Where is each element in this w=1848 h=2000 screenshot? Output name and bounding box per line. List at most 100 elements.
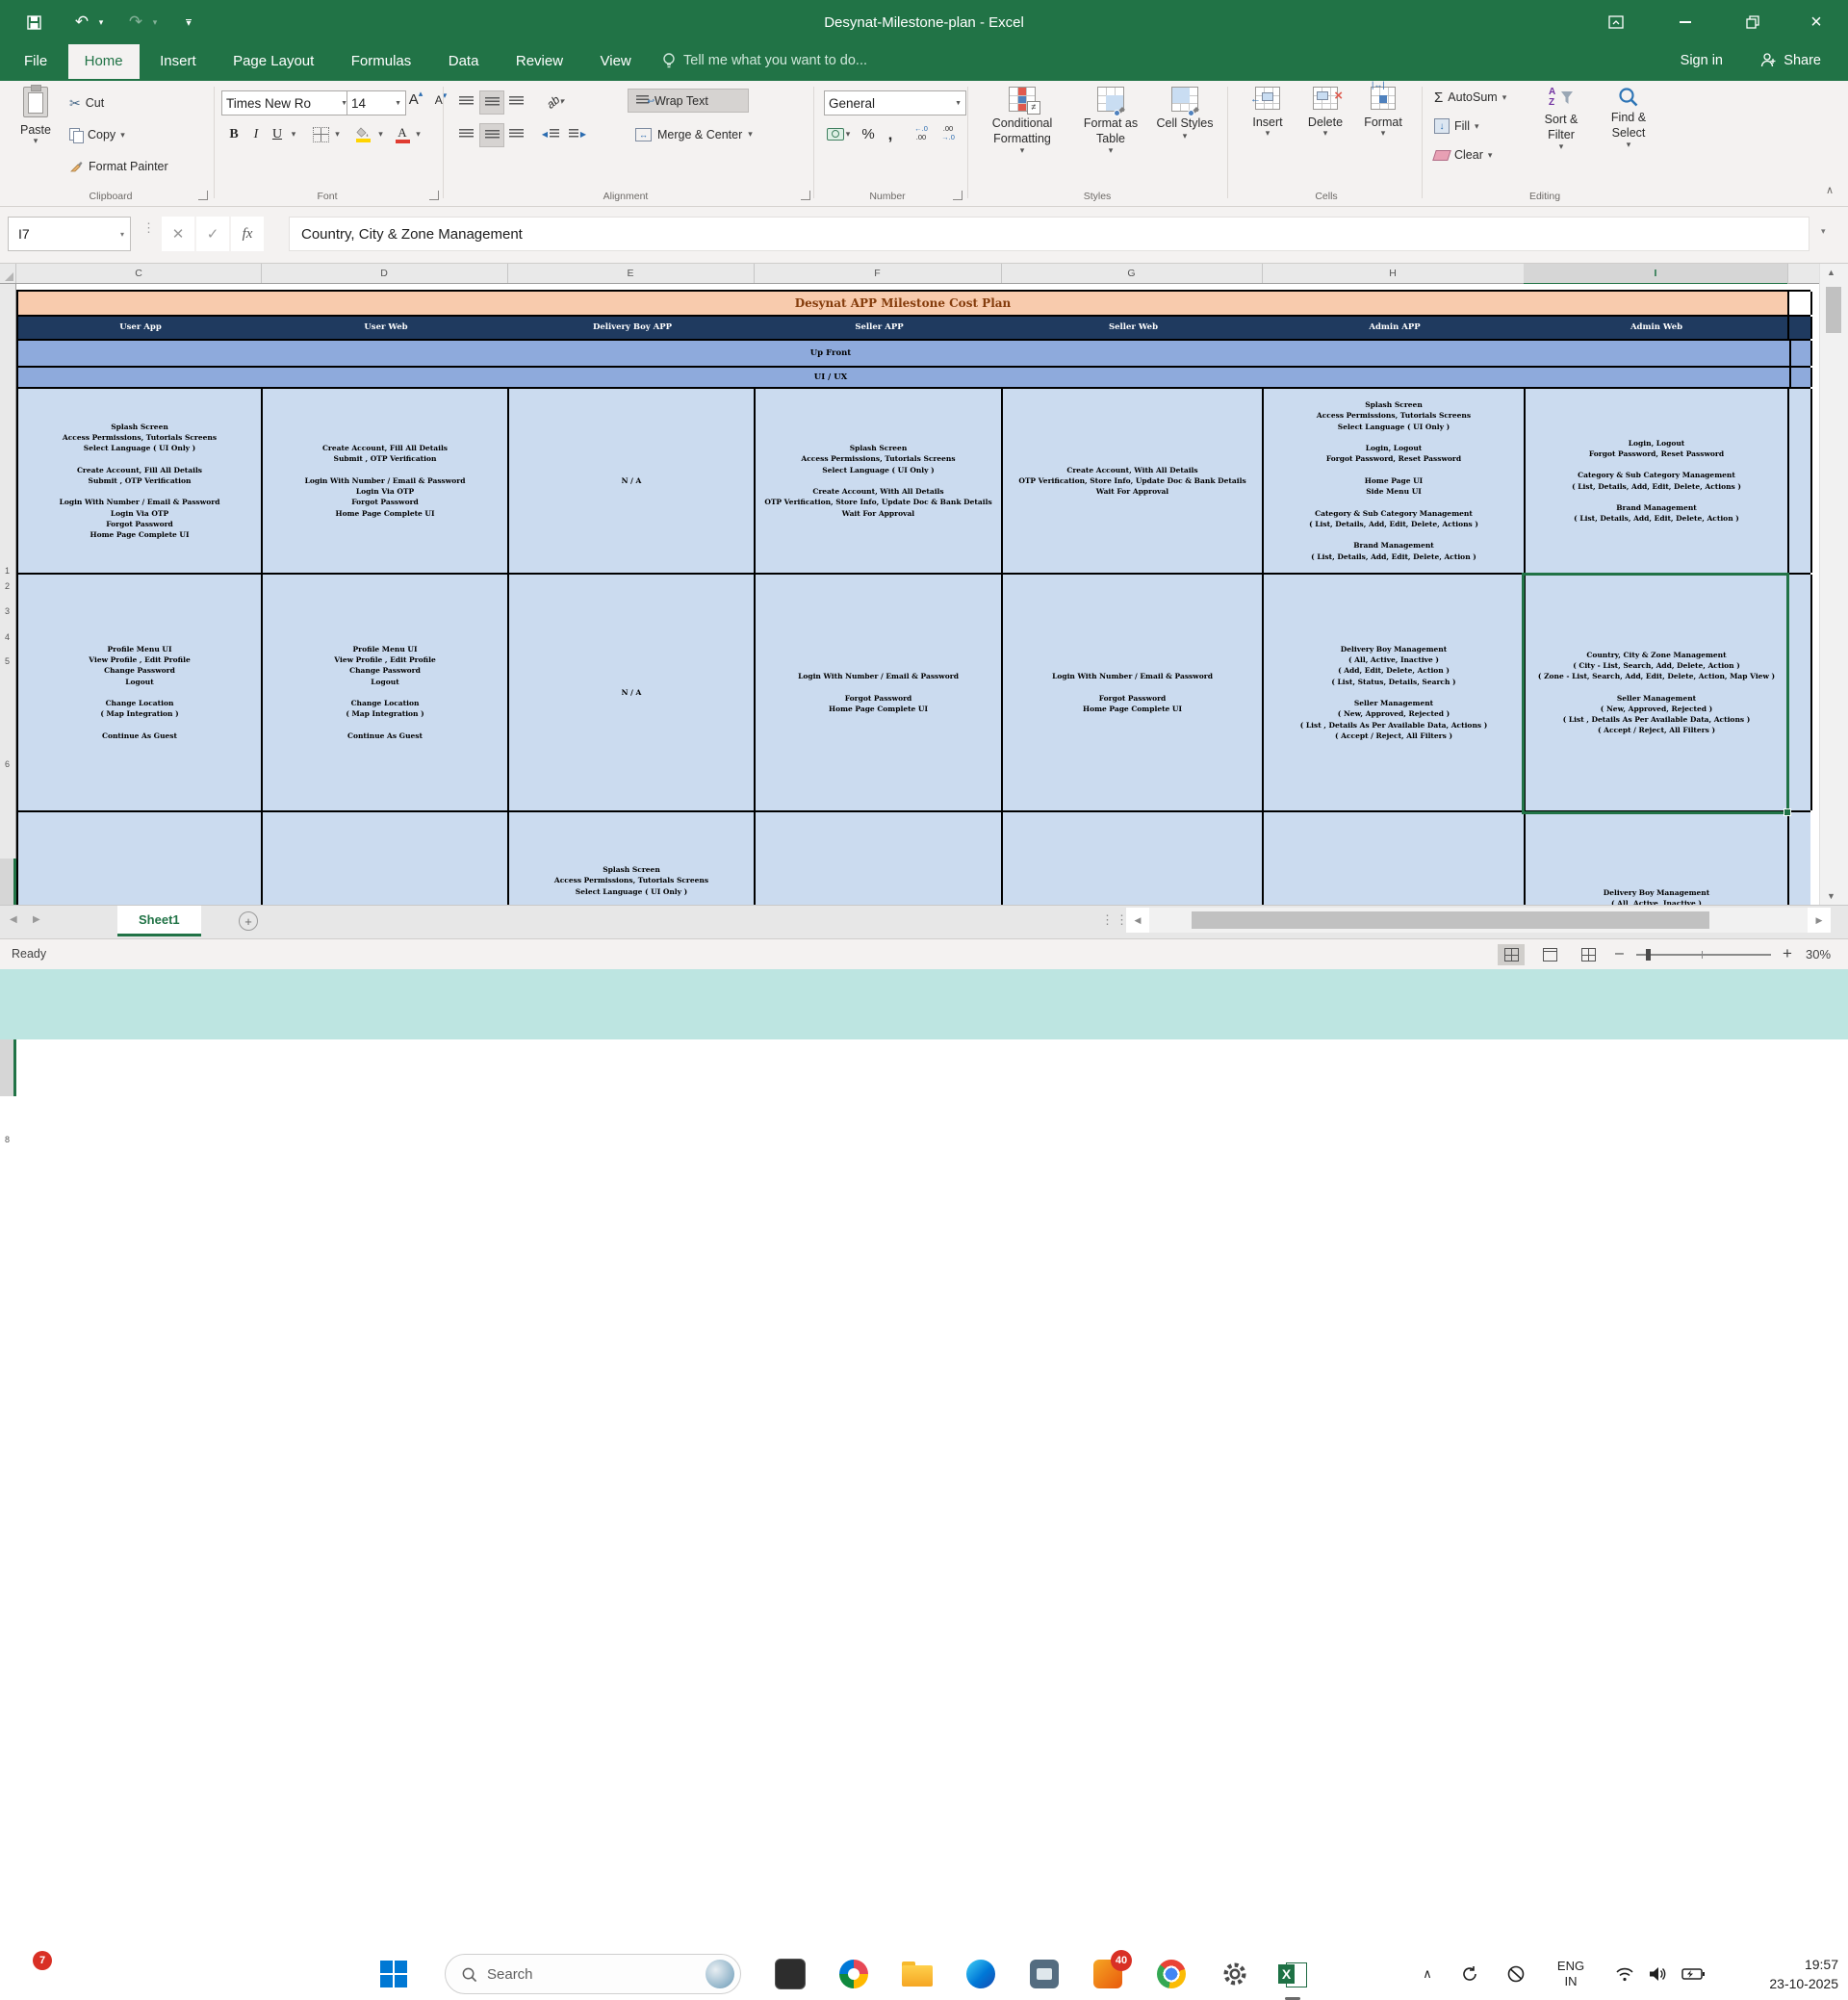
row-header-2[interactable]: 2 (0, 581, 14, 591)
header-delivery-boy-app[interactable]: Delivery Boy APP (509, 317, 756, 339)
row-4-up-front[interactable]: Up Front (16, 341, 1810, 368)
column-header-d[interactable]: D (261, 264, 508, 283)
cell-sliver[interactable] (1789, 317, 1812, 339)
clock[interactable]: 19:57 23-10-2025 (1731, 1955, 1846, 1993)
alignment-dialog-launcher[interactable] (801, 191, 810, 200)
grow-font-button[interactable]: A▴ (404, 89, 427, 111)
shrink-font-button[interactable]: A▾ (429, 89, 452, 111)
language-indicator[interactable]: ENG IN (1548, 1955, 1594, 1993)
number-dialog-launcher[interactable] (953, 191, 962, 200)
cell-g8[interactable] (1003, 812, 1264, 905)
cell-d6[interactable]: Create Account, Fill All Details Submit … (263, 389, 509, 573)
percent-style-button[interactable]: % (857, 123, 880, 145)
wrap-text-button[interactable]: ↩ Wrap Text (628, 89, 749, 113)
zoom-out-button[interactable]: – (1615, 945, 1624, 962)
row-header-6[interactable]: 6 (0, 759, 14, 769)
vertical-scroll-thumb[interactable] (1826, 287, 1841, 333)
row-5-ui-ux[interactable]: UI / UX (16, 368, 1810, 389)
bottom-align-button[interactable] (504, 90, 527, 113)
align-center-button[interactable] (479, 123, 504, 147)
expand-formula-bar-button[interactable]: ▾ (1821, 226, 1826, 237)
italic-button[interactable]: I (246, 123, 266, 145)
tab-file[interactable]: File (8, 44, 64, 79)
cell-i6[interactable]: Login, Logout Forgot Password, Reset Pas… (1526, 389, 1789, 573)
insert-function-button[interactable]: fx (231, 217, 264, 251)
sort-filter-button[interactable]: A Z Sort & Filter ▾ (1530, 87, 1592, 151)
cell-sliver[interactable] (1789, 575, 1812, 810)
fill-handle[interactable] (1784, 808, 1791, 816)
cell-e8[interactable]: Splash Screen Access Permissions, Tutori… (509, 812, 756, 905)
cell-e7[interactable]: N / A (509, 575, 756, 810)
font-color-button[interactable]: A (393, 123, 412, 145)
orientation-button[interactable]: ab ▾ (539, 90, 572, 113)
formula-input[interactable]: Country, City & Zone Management (289, 217, 1810, 251)
insert-cells-button[interactable]: ← Insert ▾ (1240, 87, 1296, 138)
row-header-5[interactable]: 5 (0, 656, 14, 666)
network-status[interactable] (1609, 1955, 1640, 1993)
taskbar-app-photos[interactable] (834, 1954, 874, 1994)
align-right-button[interactable] (504, 123, 527, 145)
taskbar-app-settings[interactable] (1215, 1954, 1255, 1994)
taskbar-app-excel-active[interactable]: X (1272, 1954, 1313, 1994)
cell-e6[interactable]: N / A (509, 389, 756, 573)
copy-button[interactable]: Copy ▾ (69, 124, 125, 145)
close-button[interactable]: × (1794, 0, 1838, 44)
format-as-table-button[interactable]: Format as Table ▾ (1070, 87, 1151, 155)
enter-formula-button[interactable]: ✓ (196, 217, 229, 251)
sync-status[interactable] (1455, 1955, 1484, 1993)
accounting-format-button[interactable]: ▾ (824, 123, 853, 145)
cell-styles-button[interactable]: Cell Styles ▾ (1153, 87, 1217, 141)
notification-badge[interactable]: 7 (33, 1951, 52, 1970)
borders-button[interactable] (310, 123, 331, 145)
taskbar-app-file-explorer[interactable] (897, 1954, 937, 1994)
column-header-i-selected[interactable]: I (1524, 264, 1788, 286)
tab-data[interactable]: Data (432, 44, 496, 79)
prev-sheet-button[interactable]: ◀ (10, 914, 17, 925)
row-header-4[interactable]: 4 (0, 632, 14, 642)
zoom-slider-track[interactable] (1636, 954, 1771, 956)
decrease-indent-button[interactable]: ◀ (539, 123, 562, 145)
increase-decimal-button[interactable]: ←.0.00 (909, 121, 934, 143)
fill-color-button[interactable] (352, 123, 373, 145)
middle-align-button[interactable] (479, 90, 504, 115)
taskbar-app-store[interactable] (1024, 1954, 1065, 1994)
taskbar-app-dark[interactable] (770, 1954, 810, 1994)
row-3-headers[interactable]: User App User Web Delivery Boy APP Selle… (16, 317, 1810, 341)
paste-button[interactable]: Paste ▾ (12, 87, 60, 145)
conditional-formatting-button[interactable]: ≠ Conditional Formatting ▾ (978, 87, 1066, 155)
cell-c8[interactable] (18, 812, 263, 905)
header-admin-web[interactable]: Admin Web (1526, 317, 1789, 339)
font-color-dropdown[interactable]: ▾ (412, 123, 424, 145)
tell-me-box[interactable]: Tell me what you want to do... (662, 52, 867, 69)
header-seller-app[interactable]: Seller APP (756, 317, 1003, 339)
next-sheet-button[interactable]: ▶ (33, 914, 40, 925)
search-box[interactable]: Search (445, 1954, 741, 1994)
tab-home[interactable]: Home (68, 44, 140, 79)
scroll-up-button[interactable]: ▲ (1827, 268, 1835, 277)
pointer-disabled-indicator[interactable] (1502, 1955, 1530, 1993)
tab-page-layout[interactable]: Page Layout (217, 44, 330, 79)
row-header-8[interactable]: 8 (0, 1135, 14, 1144)
align-left-button[interactable] (454, 123, 477, 145)
tab-review[interactable]: Review (500, 44, 579, 79)
font-family-combo[interactable]: Times New Ro ▼ (221, 90, 352, 115)
cell-i8[interactable]: Delivery Boy Management ( All, Active, I… (1526, 812, 1789, 905)
format-cells-button[interactable]: |↔| Format ▾ (1355, 87, 1411, 138)
scroll-down-button[interactable]: ▼ (1827, 891, 1835, 901)
borders-dropdown[interactable]: ▾ (331, 123, 344, 145)
underline-button[interactable]: U (268, 123, 287, 145)
clear-button[interactable]: Clear ▾ (1434, 144, 1492, 166)
share-button[interactable]: Share (1760, 52, 1821, 68)
tab-formulas[interactable]: Formulas (335, 44, 428, 79)
cell-f6[interactable]: Splash Screen Access Permissions, Tutori… (756, 389, 1003, 573)
cell-sliver[interactable] (1789, 389, 1812, 573)
select-all-corner[interactable] (0, 264, 16, 283)
cell-g6[interactable]: Create Account, With All Details OTP Ver… (1003, 389, 1264, 573)
delete-cells-button[interactable]: × Delete ▾ (1297, 87, 1353, 138)
clipboard-dialog-launcher[interactable] (198, 191, 208, 200)
fill-button[interactable]: ↓ Fill ▾ (1434, 115, 1479, 137)
volume-status[interactable] (1642, 1955, 1673, 1993)
increase-indent-button[interactable]: ▶ (566, 123, 589, 145)
taskbar-app-edge[interactable] (961, 1954, 1001, 1994)
sign-in-button[interactable]: Sign in (1681, 53, 1723, 68)
